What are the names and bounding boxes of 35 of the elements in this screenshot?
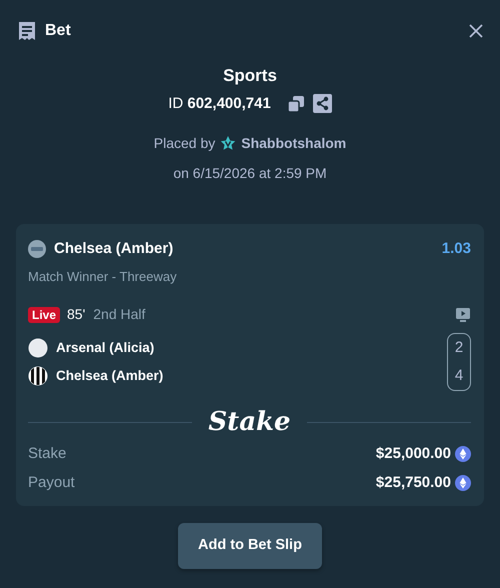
copy-icon (286, 94, 305, 113)
share-button[interactable] (312, 94, 332, 114)
copy-button[interactable] (286, 94, 305, 113)
amount-label: Payout (28, 472, 75, 492)
match-minute: 85' (67, 305, 86, 324)
close-icon (468, 23, 484, 39)
selection-name: Chelsea (Amber) (54, 239, 174, 259)
team-score: 4 (454, 366, 464, 386)
receipt-icon (17, 21, 37, 41)
market-name: Match Winner - Threeway (28, 268, 178, 286)
close-button[interactable] (468, 23, 484, 39)
share-icon (312, 94, 332, 114)
team-name: Arsenal (Alicia) (56, 338, 154, 357)
placed-date: on 6/15/2026 at 2:59 PM (173, 164, 327, 183)
ethereum-icon (455, 446, 471, 462)
vip-star-icon (219, 134, 238, 152)
modal-title: Bet (45, 21, 71, 41)
ethereum-icon (455, 474, 471, 491)
odds-value: 1.03 (442, 239, 471, 259)
team-badge-icon (28, 338, 48, 358)
username-link[interactable]: Shabbotshalom (241, 133, 346, 154)
live-badge: Live (28, 306, 60, 322)
placed-by-label: Placed by (154, 134, 216, 153)
match-period: 2nd Half (93, 305, 146, 324)
amount-label: Stake (28, 444, 66, 464)
add-to-bet-slip-button[interactable]: Add to Bet Slip (178, 523, 322, 569)
bet-id: ID 602,400,741 (168, 94, 271, 114)
team-score: 2 (454, 338, 464, 358)
amount-value: $25,750.00 (376, 472, 451, 492)
live-stream-icon (455, 306, 471, 322)
team-name: Chelsea (Amber) (56, 367, 164, 385)
brand-logo: Stake (208, 409, 291, 435)
team-jersey-icon (28, 366, 48, 386)
bet-category: Sports (223, 65, 277, 87)
amount-value: $25,000.00 (376, 444, 451, 464)
